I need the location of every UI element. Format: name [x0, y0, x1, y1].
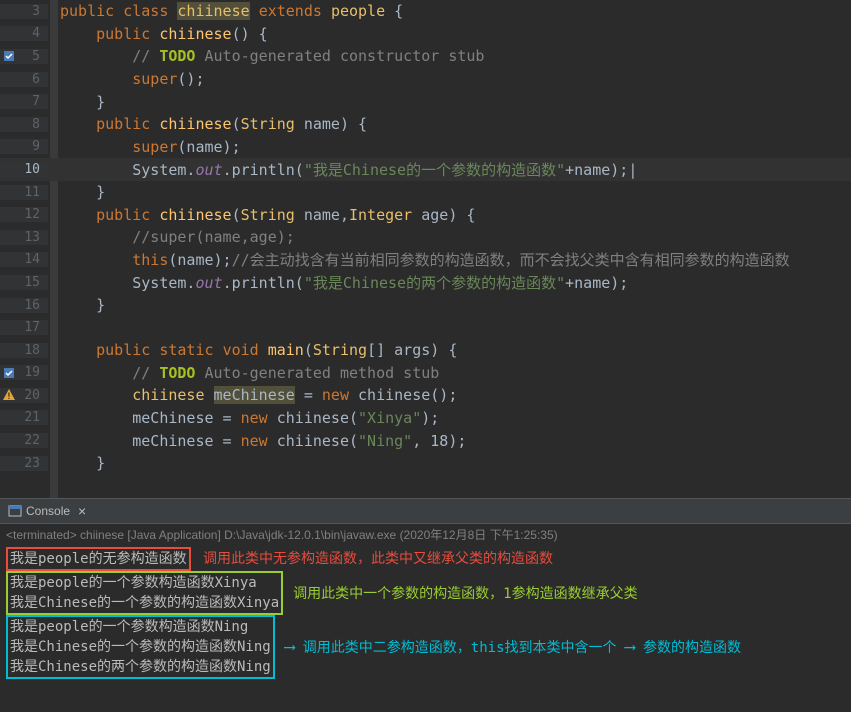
output-line-2: 我是people的一个参数构造函数Xinya	[10, 573, 279, 593]
line-number: 12	[0, 207, 48, 222]
code-line[interactable]: 12 public chiinese(String name,Integer a…	[0, 203, 851, 226]
code-content[interactable]: meChinese = new chiinese("Xinya");	[48, 409, 439, 427]
line-number: 8	[0, 117, 48, 132]
code-line[interactable]: 7 }	[0, 90, 851, 113]
annotation-cyan-group: ⟶ 调用此类中二参构造函数，this找到本类中含一个 ⟶ 参数的构造函数	[285, 637, 741, 657]
code-content[interactable]: chiinese meChinese = new chiinese();	[48, 386, 457, 404]
output-line-3: 我是Chinese的一个参数的构造函数Xinya	[10, 593, 279, 613]
line-number: 22	[0, 433, 48, 448]
code-content[interactable]: meChinese = new chiinese("Ning", 18);	[48, 432, 466, 450]
svg-text:!: !	[6, 392, 11, 402]
annotation-green: 调用此类中一个参数的构造函数，1参构造函数继承父类	[293, 583, 637, 603]
line-number: 9	[0, 139, 48, 154]
code-content[interactable]: }	[48, 454, 105, 472]
console-panel: Console × <terminated> chiinese [Java Ap…	[0, 498, 851, 681]
line-number: 15	[0, 275, 48, 290]
close-icon[interactable]: ×	[78, 503, 86, 519]
output-line-1: 我是people的无参构造函数	[6, 547, 191, 571]
line-number: 16	[0, 298, 48, 313]
code-content[interactable]: System.out.println("我是Chinese的一个参数的构造函数"…	[48, 159, 637, 180]
code-content[interactable]: public chiinese() {	[48, 25, 268, 43]
code-line[interactable]: 18 public static void main(String[] args…	[0, 339, 851, 362]
code-line[interactable]: 22 meChinese = new chiinese("Ning", 18);	[0, 429, 851, 452]
code-line[interactable]: 8 public chiinese(String name) {	[0, 113, 851, 136]
console-tab-label: Console	[26, 504, 70, 518]
code-line[interactable]: 10 System.out.println("我是Chinese的一个参数的构造…	[0, 158, 851, 181]
code-content[interactable]: public chiinese(String name,Integer age)…	[48, 206, 475, 224]
code-content[interactable]: System.out.println("我是Chinese的两个参数的构造函数"…	[48, 272, 628, 293]
code-line[interactable]: 14 this(name);//会主动找含有当前相同参数的构造函数，而不会找父类…	[0, 249, 851, 272]
code-content[interactable]: }	[48, 296, 105, 314]
code-line[interactable]: 19 // TODO Auto-generated method stub	[0, 362, 851, 385]
code-content[interactable]: }	[48, 183, 105, 201]
line-number: 3	[0, 4, 48, 19]
code-content[interactable]: }	[48, 93, 105, 111]
code-line[interactable]: 11 }	[0, 181, 851, 204]
code-content[interactable]: this(name);//会主动找含有当前相同参数的构造函数，而不会找父类中含有…	[48, 249, 790, 270]
code-editor[interactable]: 3public class chiinese extends people {4…	[0, 0, 851, 498]
output-line-6: 我是Chinese的两个参数的构造函数Ning	[10, 657, 271, 677]
annotation-red: 调用此类中无参构造函数，此类中又继承父类的构造函数	[203, 551, 553, 567]
arrow-icon: ⟶	[285, 637, 295, 656]
code-content[interactable]	[48, 319, 96, 337]
code-content[interactable]: super();	[48, 70, 205, 88]
code-content[interactable]: // TODO Auto-generated constructor stub	[48, 47, 484, 65]
code-line[interactable]: 15 System.out.println("我是Chinese的两个参数的构造…	[0, 271, 851, 294]
output-line-4: 我是people的一个参数构造函数Ning	[10, 617, 271, 637]
code-content[interactable]: // TODO Auto-generated method stub	[48, 364, 439, 382]
code-content[interactable]: public chiinese(String name) {	[48, 115, 367, 133]
line-number: 11	[0, 185, 48, 200]
code-line[interactable]: 5 // TODO Auto-generated constructor stu…	[0, 45, 851, 68]
warn-icon: !	[2, 388, 16, 402]
line-number: 23	[0, 456, 48, 471]
output-group-cyan: 我是people的一个参数构造函数Ning 我是Chinese的一个参数的构造函…	[6, 615, 275, 679]
console-status: <terminated> chiinese [Java Application]…	[0, 524, 851, 545]
line-number: 21	[0, 410, 48, 425]
console-tab[interactable]: Console ×	[0, 499, 851, 524]
line-number: 10	[0, 162, 48, 177]
code-line[interactable]: !20 chiinese meChinese = new chiinese();	[0, 384, 851, 407]
line-number: 4	[0, 26, 48, 41]
line-number: 14	[0, 252, 48, 267]
arrow-icon: ⟶	[625, 637, 635, 656]
code-line[interactable]: 23 }	[0, 452, 851, 475]
code-line[interactable]: 9 super(name);	[0, 136, 851, 159]
code-line[interactable]: 16 }	[0, 294, 851, 317]
todo-icon	[2, 49, 16, 63]
code-line[interactable]: 3public class chiinese extends people {	[0, 0, 851, 23]
output-group-green: 我是people的一个参数构造函数Xinya 我是Chinese的一个参数的构造…	[6, 571, 283, 615]
line-number: 18	[0, 343, 48, 358]
code-line[interactable]: 4 public chiinese() {	[0, 23, 851, 46]
code-line[interactable]: 17	[0, 316, 851, 339]
code-line[interactable]: 21 meChinese = new chiinese("Xinya");	[0, 407, 851, 430]
code-content[interactable]: public class chiinese extends people {	[48, 2, 403, 20]
code-content[interactable]: super(name);	[48, 138, 241, 156]
annotation-cyan-2: 参数的构造函数	[643, 640, 741, 656]
line-number: 7	[0, 94, 48, 109]
code-line[interactable]: 13 //super(name,age);	[0, 226, 851, 249]
console-icon	[8, 504, 22, 518]
code-content[interactable]: //super(name,age);	[48, 228, 295, 246]
annotation-cyan: 调用此类中二参构造函数，this找到本类中含一个	[303, 640, 617, 656]
code-line[interactable]: 6 super();	[0, 68, 851, 91]
todo-icon	[2, 366, 16, 380]
line-number: 13	[0, 230, 48, 245]
console-output[interactable]: 我是people的无参构造函数 调用此类中无参构造函数，此类中又继承父类的构造函…	[0, 545, 851, 681]
line-number: 17	[0, 320, 48, 335]
line-number: 6	[0, 72, 48, 87]
code-content[interactable]: public static void main(String[] args) {	[48, 341, 457, 359]
output-line-5: 我是Chinese的一个参数的构造函数Ning	[10, 637, 271, 657]
